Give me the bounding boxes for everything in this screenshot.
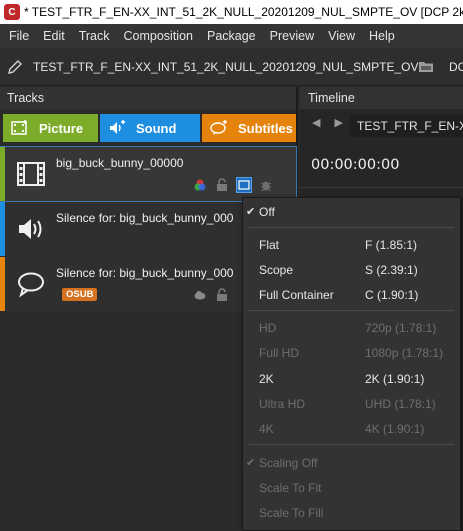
add-subtitles-track-button[interactable]: Subtitles: [202, 114, 296, 142]
track-icons: [193, 177, 273, 193]
bug-icon[interactable]: [259, 178, 273, 192]
folder-icon[interactable]: [418, 59, 434, 73]
speech-bubble-add-icon: [210, 120, 228, 136]
composition-bar: TEST_FTR_F_EN-XX_INT_51_2K_NULL_20201209…: [0, 48, 463, 86]
menu-item-full-container[interactable]: Full Container C (1.90:1): [243, 283, 460, 307]
picture-button-label: Picture: [39, 120, 84, 136]
menu-separator: [249, 310, 454, 311]
menu-item-off[interactable]: ✔ Off: [243, 200, 460, 224]
timeline-header: Timeline: [300, 87, 463, 109]
sound-button-label: Sound: [136, 120, 177, 136]
track-name[interactable]: Silence for: big_buck_bunny_000: [56, 208, 233, 228]
rgb-icon[interactable]: [193, 178, 207, 192]
window-title: * TEST_FTR_F_EN-XX_INT_51_2K_NULL_202012…: [24, 5, 463, 19]
menu-help[interactable]: Help: [362, 24, 402, 48]
speech-bubble-icon: [16, 270, 46, 298]
osub-badge: OSUB: [62, 288, 98, 301]
edit-icon[interactable]: [7, 59, 23, 75]
film-add-icon: [11, 120, 29, 136]
package-title-truncated: DC: [449, 60, 463, 74]
menu-item-scaling-off: ✔ Scaling Off: [243, 451, 460, 475]
menu-item-ultra-hd: Ultra HD UHD (1.78:1): [259, 397, 436, 411]
menu-item-hd: HD 720p (1.78:1): [259, 321, 437, 335]
aspect-ratio-menu: ✔ Off Flat F (1.85:1) Scope S (2.39:1) F…: [242, 197, 461, 531]
aspect-ratio-icon[interactable]: [236, 177, 252, 193]
track-picture[interactable]: big_buck_bunny_00000: [0, 146, 297, 202]
track-color-stripe: [0, 147, 5, 201]
menu-item-flat[interactable]: Flat F (1.85:1): [243, 233, 460, 257]
add-picture-track-button[interactable]: Picture: [3, 114, 98, 142]
menu-edit[interactable]: Edit: [36, 24, 72, 48]
arrow-right-icon[interactable]: ▶: [334, 116, 342, 129]
film-icon: [16, 160, 46, 188]
menu-item-4k: 4K 4K (1.90:1): [259, 422, 425, 436]
app-logo-icon: C: [4, 4, 20, 20]
lock-icon[interactable]: [215, 178, 229, 192]
menu-composition[interactable]: Composition: [117, 24, 200, 48]
add-sound-track-button[interactable]: Sound: [100, 114, 200, 142]
track-name[interactable]: big_buck_bunny_00000: [56, 153, 183, 173]
timeline-divider: [300, 187, 463, 188]
menu-item-scale-to-fit: Scale To Fit: [259, 481, 322, 495]
tracks-header: Tracks: [0, 87, 296, 109]
track-icons: [193, 287, 229, 303]
lock-icon[interactable]: [215, 288, 229, 302]
composition-title[interactable]: TEST_FTR_F_EN-XX_INT_51_2K_NULL_20201209…: [33, 60, 419, 74]
speaker-icon: [16, 215, 46, 243]
menu-separator: [249, 227, 454, 228]
menu-track[interactable]: Track: [72, 24, 117, 48]
track-name[interactable]: Silence for: big_buck_bunny_000: [56, 263, 233, 283]
add-track-buttons: Picture Sound Subtitles: [3, 114, 296, 142]
menu-view[interactable]: View: [321, 24, 362, 48]
timeline-composition-tab[interactable]: TEST_FTR_F_EN-XX_: [350, 115, 463, 137]
menu-item-full-hd: Full HD 1080p (1.78:1): [259, 346, 444, 360]
track-color-stripe: [0, 202, 5, 256]
menu-item-scope[interactable]: Scope S (2.39:1): [243, 258, 460, 282]
track-color-stripe: [0, 257, 5, 311]
arrow-left-icon[interactable]: ◀: [312, 116, 320, 129]
menu-preview[interactable]: Preview: [263, 24, 321, 48]
cloud-icon[interactable]: [193, 288, 207, 302]
timeline-timecode: 00:00:00:00: [311, 157, 400, 173]
menu-separator: [249, 444, 454, 445]
check-icon: ✔: [246, 457, 256, 469]
menubar: File Edit Track Composition Package Prev…: [0, 24, 463, 48]
menu-file[interactable]: File: [2, 24, 36, 48]
check-icon: ✔: [246, 206, 256, 218]
timeline-nav: ◀ ▶: [312, 116, 343, 129]
subtitles-button-label: Subtitles: [238, 120, 293, 136]
menu-item-scale-to-fill: Scale To Fill: [259, 506, 324, 520]
menu-item-2k[interactable]: 2K 2K (1.90:1): [243, 367, 460, 391]
speaker-add-icon: [108, 120, 126, 136]
window-titlebar: C * TEST_FTR_F_EN-XX_INT_51_2K_NULL_2020…: [0, 0, 463, 24]
menu-package[interactable]: Package: [200, 24, 263, 48]
